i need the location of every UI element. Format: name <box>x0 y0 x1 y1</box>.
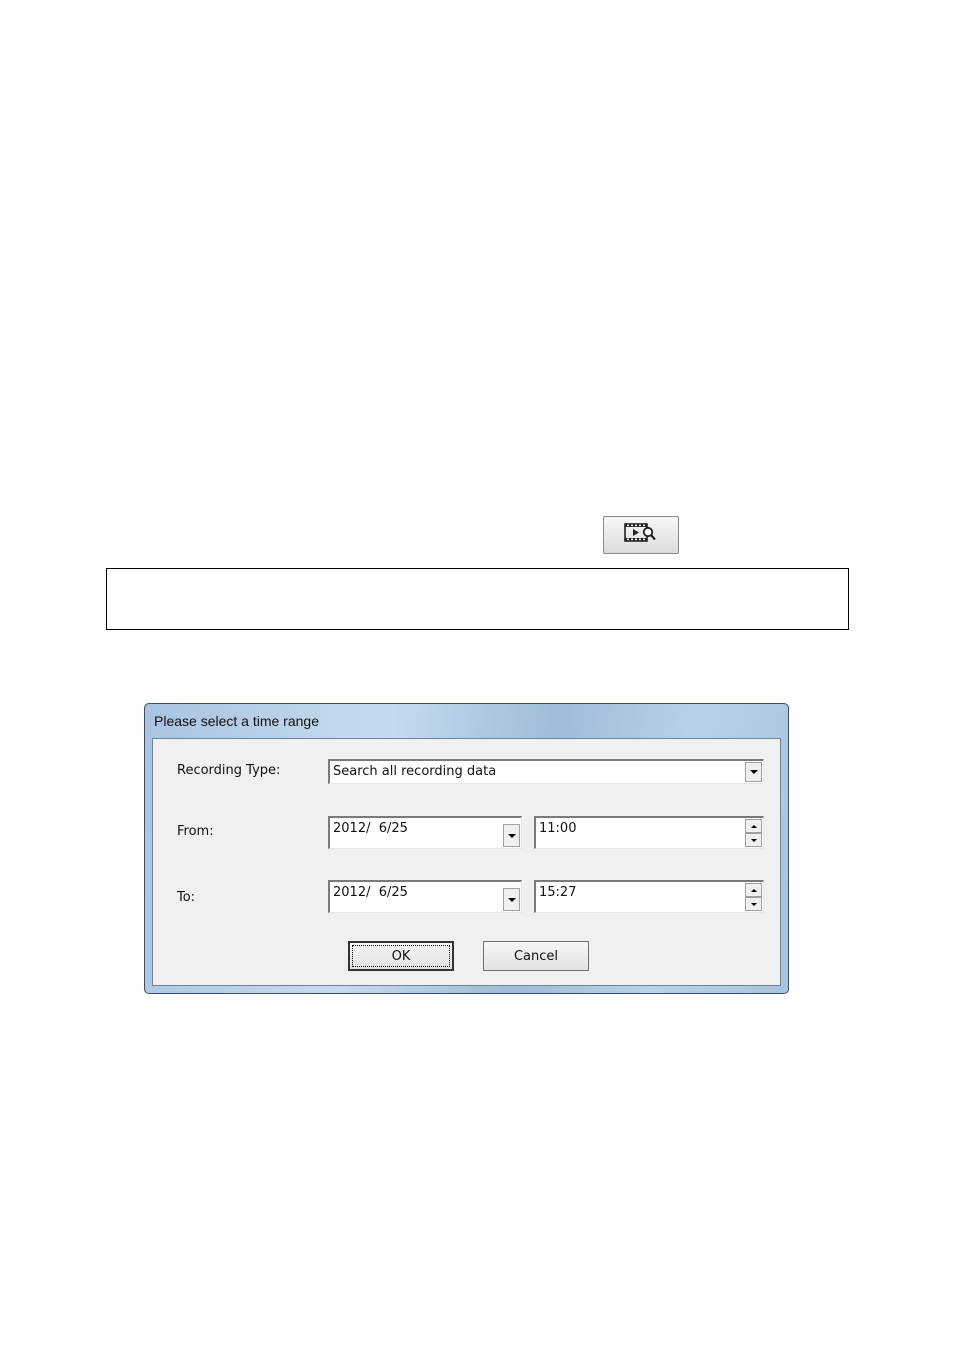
from-time-up-button[interactable] <box>745 819 762 833</box>
from-date-dropdown-button[interactable] <box>503 824 520 847</box>
video-search-button[interactable] <box>603 516 679 554</box>
cancel-button[interactable]: Cancel <box>483 941 589 971</box>
to-time-down-button[interactable] <box>745 897 762 911</box>
to-time-value: 15:27 <box>539 885 577 900</box>
dialog-titlebar[interactable]: Please select a time range <box>145 704 788 738</box>
cancel-button-label: Cancel <box>513 948 559 964</box>
arrow-down-icon <box>750 902 757 906</box>
time-range-dialog: Please select a time range Recording Typ… <box>144 703 789 994</box>
chevron-down-icon <box>507 833 516 838</box>
to-time-spin <box>745 883 762 911</box>
from-time-down-button[interactable] <box>745 833 762 847</box>
arrow-up-icon <box>750 824 757 828</box>
from-time-spin <box>745 819 762 847</box>
focus-rectangle <box>352 945 450 967</box>
note-box <box>106 568 849 630</box>
to-time-up-button[interactable] <box>745 883 762 897</box>
from-date-picker[interactable]: 2012/ 6/25 <box>328 816 522 849</box>
from-time-value: 11:00 <box>539 821 577 836</box>
dialog-client-area: Recording Type: Search all recording dat… <box>152 738 781 986</box>
recording-type-dropdown-button[interactable] <box>745 762 762 782</box>
to-time-stepper[interactable]: 15:27 <box>534 880 764 913</box>
from-label: From: <box>177 824 214 839</box>
recording-type-value: Search all recording data <box>333 764 497 779</box>
from-date-value: 2012/ 6/25 <box>333 821 408 836</box>
to-date-picker[interactable]: 2012/ 6/25 <box>328 880 522 913</box>
arrow-up-icon <box>750 888 757 892</box>
to-label: To: <box>177 890 196 905</box>
video-search-icon <box>624 522 658 548</box>
to-date-dropdown-button[interactable] <box>503 888 520 911</box>
ok-button[interactable]: OK <box>348 941 454 971</box>
arrow-down-icon <box>750 838 757 842</box>
from-time-stepper[interactable]: 11:00 <box>534 816 764 849</box>
to-date-value: 2012/ 6/25 <box>333 885 408 900</box>
chevron-down-icon <box>749 770 758 774</box>
chevron-down-icon <box>507 897 516 902</box>
recording-type-label: Recording Type: <box>177 763 281 778</box>
dialog-title: Please select a time range <box>154 713 319 729</box>
recording-type-select[interactable]: Search all recording data <box>328 759 764 784</box>
